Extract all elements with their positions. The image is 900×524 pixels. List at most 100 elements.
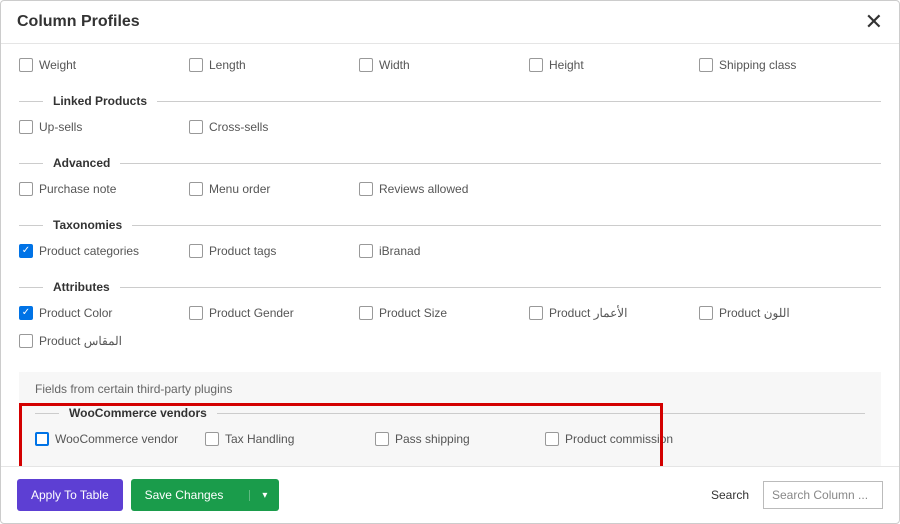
third-party-section: Fields from certain third-party plugins … — [19, 372, 881, 466]
checkbox-label[interactable]: Product الأعمار — [549, 306, 627, 320]
checkbox-item-pass_shipping[interactable]: Pass shipping — [375, 428, 545, 450]
group-row: Product المقاس — [19, 330, 881, 352]
checkbox-label[interactable]: Product commission — [565, 432, 673, 446]
checkbox-label[interactable]: Weight — [39, 58, 76, 72]
checkbox-label[interactable]: Cross-sells — [209, 120, 268, 134]
group-wc_vendors: WooCommerce vendors WooCommerce vendor Tax… — [35, 406, 865, 450]
group-row: Up-sells Cross-sells — [19, 116, 881, 138]
checkbox-product_size[interactable] — [359, 306, 373, 320]
checkbox-product_tags[interactable] — [189, 244, 203, 258]
checkbox-height[interactable] — [529, 58, 543, 72]
dialog-body[interactable]: Weight Length Width Height Shipping class Lin… — [1, 44, 899, 466]
checkbox-wc_vendor[interactable] — [35, 432, 49, 446]
dialog-title: Column Profiles — [17, 13, 140, 31]
save-changes-label: Save Changes — [145, 488, 232, 502]
checkbox-product_color[interactable] — [19, 306, 33, 320]
group-header: Linked Products — [19, 94, 881, 108]
checkbox-item-product_commission[interactable]: Product commission — [545, 428, 715, 450]
search-label: Search — [711, 488, 749, 502]
checkbox-label[interactable]: Product Gender — [209, 306, 294, 320]
checkbox-item-shipping_class[interactable]: Shipping class — [699, 54, 869, 76]
group-title: Attributes — [53, 280, 110, 294]
checkbox-item-product_ar3[interactable]: Product المقاس — [19, 330, 189, 352]
checkbox-cross_sells[interactable] — [189, 120, 203, 134]
checkbox-pass_shipping[interactable] — [375, 432, 389, 446]
checkbox-label[interactable]: Width — [379, 58, 410, 72]
group-title: Taxonomies — [53, 218, 122, 232]
checkbox-item-menu_order[interactable]: Menu order — [189, 178, 359, 200]
checkbox-weight[interactable] — [19, 58, 33, 72]
checkbox-label[interactable]: Shipping class — [719, 58, 796, 72]
checkbox-item-height[interactable]: Height — [529, 54, 699, 76]
checkbox-product_ar1[interactable] — [529, 306, 543, 320]
group-row: Product Color Product Gender Product Size P… — [19, 302, 881, 324]
checkbox-label[interactable]: Reviews allowed — [379, 182, 468, 196]
group-header: Advanced — [19, 156, 881, 170]
close-icon[interactable]: ✕ — [865, 11, 883, 33]
checkbox-width[interactable] — [359, 58, 373, 72]
group-row: Product categories Product tags iBranad — [19, 240, 881, 262]
checkbox-label[interactable]: Menu order — [209, 182, 270, 196]
checkbox-product_categories[interactable] — [19, 244, 33, 258]
group-header: WooCommerce vendors — [35, 406, 865, 420]
checkbox-label[interactable]: Product اللون — [719, 306, 790, 320]
checkbox-item-purchase_note[interactable]: Purchase note — [19, 178, 189, 200]
group-attributes: AttributesProduct ColorProduct GenderPro… — [19, 280, 881, 352]
checkbox-item-product_size[interactable]: Product Size — [359, 302, 529, 324]
save-changes-button[interactable]: Save Changes ▾ — [131, 479, 280, 511]
checkbox-item-length[interactable]: Length — [189, 54, 359, 76]
checkbox-item-product_categories[interactable]: Product categories — [19, 240, 189, 262]
group-linked: Linked Products Up-sells Cross-sells — [19, 94, 881, 138]
checkbox-shipping_class[interactable] — [699, 58, 713, 72]
checkbox-item-product_gender[interactable]: Product Gender — [189, 302, 359, 324]
checkbox-menu_order[interactable] — [189, 182, 203, 196]
group-advanced: Advanced Purchase note Menu order Reviews a… — [19, 156, 881, 200]
checkbox-label[interactable]: Purchase note — [39, 182, 116, 196]
checkbox-label[interactable]: Pass shipping — [395, 432, 470, 446]
checkbox-item-tax_handling[interactable]: Tax Handling — [205, 428, 375, 450]
chevron-down-icon[interactable]: ▾ — [249, 490, 279, 501]
checkbox-item-up_sells[interactable]: Up-sells — [19, 116, 189, 138]
checkbox-label[interactable]: Product categories — [39, 244, 139, 258]
checkbox-label[interactable]: Product المقاس — [39, 334, 122, 348]
checkbox-label[interactable]: iBranad — [379, 244, 420, 258]
checkbox-label[interactable]: Length — [209, 58, 246, 72]
checkbox-tax_handling[interactable] — [205, 432, 219, 446]
dialog-footer: Apply To Table Save Changes ▾ Search — [1, 466, 899, 523]
checkbox-label[interactable]: Height — [549, 58, 584, 72]
group-header: Attributes — [19, 280, 881, 294]
checkbox-label[interactable]: Product Color — [39, 306, 112, 320]
group-title: WooCommerce vendors — [69, 406, 207, 420]
group-shipping: Weight Length Width Height Shipping class — [19, 54, 881, 76]
checkbox-ibranad[interactable] — [359, 244, 373, 258]
checkbox-item-product_ar1[interactable]: Product الأعمار — [529, 302, 699, 324]
checkbox-item-width[interactable]: Width — [359, 54, 529, 76]
apply-to-table-button[interactable]: Apply To Table — [17, 479, 123, 511]
checkbox-reviews_allowed[interactable] — [359, 182, 373, 196]
checkbox-label[interactable]: Tax Handling — [225, 432, 294, 446]
checkbox-label[interactable]: Up-sells — [39, 120, 82, 134]
checkbox-product_ar2[interactable] — [699, 306, 713, 320]
checkbox-item-weight[interactable]: Weight — [19, 54, 189, 76]
column-profiles-dialog: Column Profiles ✕ Weight Length Width Heigh… — [0, 0, 900, 524]
checkbox-product_ar3[interactable] — [19, 334, 33, 348]
checkbox-product_gender[interactable] — [189, 306, 203, 320]
checkbox-item-product_tags[interactable]: Product tags — [189, 240, 359, 262]
checkbox-label[interactable]: Product tags — [209, 244, 276, 258]
checkbox-label[interactable]: WooCommerce vendor — [55, 432, 178, 446]
checkbox-item-cross_sells[interactable]: Cross-sells — [189, 116, 359, 138]
checkbox-up_sells[interactable] — [19, 120, 33, 134]
checkbox-item-product_ar2[interactable]: Product اللون — [699, 302, 869, 324]
checkbox-purchase_note[interactable] — [19, 182, 33, 196]
checkbox-length[interactable] — [189, 58, 203, 72]
checkbox-item-product_color[interactable]: Product Color — [19, 302, 189, 324]
group-row: WooCommerce vendor Tax Handling Pass shipp… — [35, 428, 865, 450]
checkbox-product_commission[interactable] — [545, 432, 559, 446]
search-input[interactable] — [763, 481, 883, 509]
checkbox-item-ibranad[interactable]: iBranad — [359, 240, 529, 262]
group-header: Taxonomies — [19, 218, 881, 232]
checkbox-item-reviews_allowed[interactable]: Reviews allowed — [359, 178, 529, 200]
dialog-header: Column Profiles ✕ — [1, 1, 899, 44]
checkbox-label[interactable]: Product Size — [379, 306, 447, 320]
checkbox-item-wc_vendor[interactable]: WooCommerce vendor — [35, 428, 205, 450]
